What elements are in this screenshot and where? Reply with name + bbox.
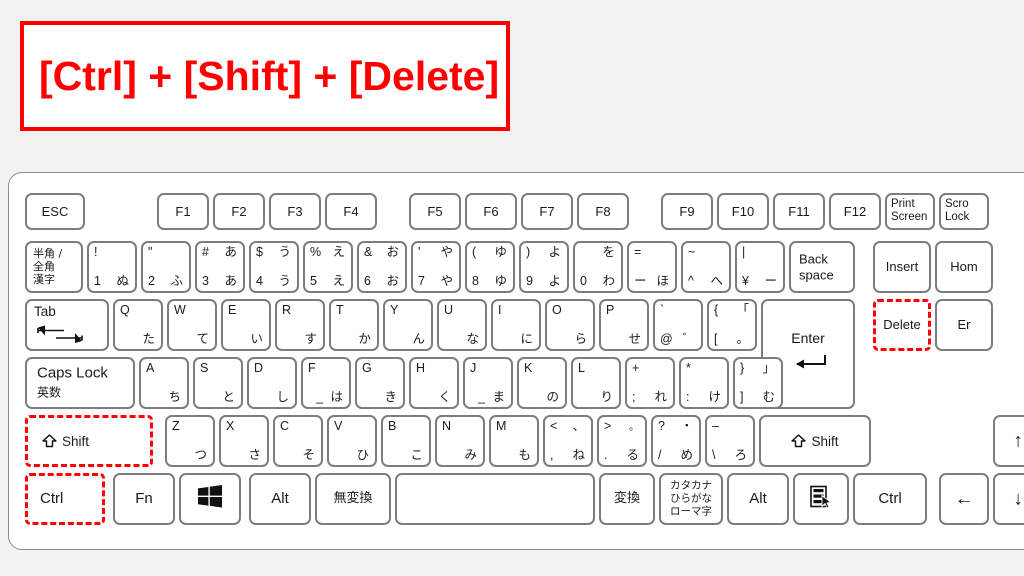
enter-arrow-icon — [785, 353, 831, 369]
key-e[interactable]: E い — [221, 299, 271, 351]
key-henkan[interactable]: 変換 — [599, 473, 655, 525]
key-digit-3[interactable]: # 3 あ あ — [195, 241, 245, 293]
key-k[interactable]: K の — [517, 357, 567, 409]
key-home[interactable]: Hom — [935, 241, 993, 293]
key-alt-left[interactable]: Alt — [249, 473, 311, 525]
shortcut-banner-text: [Ctrl] + [Shift] + [Delete] — [39, 52, 500, 99]
shift-up-arrow-icon — [791, 434, 807, 448]
key-h[interactable]: H く — [409, 357, 459, 409]
key-o[interactable]: O ら — [545, 299, 595, 351]
arrow-left-icon: ← — [954, 488, 974, 510]
key-arrow-down[interactable]: ↓ — [993, 473, 1024, 525]
key-scroll-lock[interactable]: Scro Lock — [939, 193, 989, 230]
key-f10[interactable]: F10 — [717, 193, 769, 230]
key-f[interactable]: F _ は — [301, 357, 351, 409]
key-g[interactable]: G き — [355, 357, 405, 409]
key-kana[interactable]: カタカナ ひらがな ローマ字 — [659, 473, 723, 525]
key-f6[interactable]: F6 — [465, 193, 517, 230]
key-caps-lock[interactable]: Caps Lock 英数 — [25, 357, 135, 409]
key-slash[interactable]: ? / ・ め — [651, 415, 701, 467]
key-digit-6[interactable]: & 6 お お — [357, 241, 407, 293]
shift-up-arrow-icon — [42, 434, 57, 448]
context-menu-icon — [809, 485, 833, 514]
arrow-up-icon: ↑ — [1013, 430, 1023, 452]
key-period[interactable]: > . 。 る — [597, 415, 647, 467]
key-end[interactable]: Er — [935, 299, 993, 351]
key-comma[interactable]: < , 、 ね — [543, 415, 593, 467]
key-insert[interactable]: Insert — [873, 241, 931, 293]
key-esc[interactable]: ESC — [25, 193, 85, 230]
key-a[interactable]: A ち — [139, 357, 189, 409]
key-y[interactable]: Y ん — [383, 299, 433, 351]
key-ctrl-right[interactable]: Ctrl — [853, 473, 927, 525]
key-w[interactable]: W て — [167, 299, 217, 351]
key-tab[interactable]: Tab — [25, 299, 109, 351]
key-f1[interactable]: F1 — [157, 193, 209, 230]
key-f12[interactable]: F12 — [829, 193, 881, 230]
key-l[interactable]: L り — [571, 357, 621, 409]
key-digit-5[interactable]: % 5 え え — [303, 241, 353, 293]
key-u[interactable]: U な — [437, 299, 487, 351]
key-backslash-ro[interactable]: – \ ろ — [705, 415, 755, 467]
key-hankaku-zenkaku[interactable]: 半角 / 全角 漢字 — [25, 241, 83, 293]
key-shift-left[interactable]: Shift — [25, 415, 153, 467]
key-arrow-left[interactable]: ← — [939, 473, 989, 525]
windows-logo-icon — [198, 485, 222, 513]
key-r[interactable]: R す — [275, 299, 325, 351]
key-t[interactable]: T か — [329, 299, 379, 351]
key-arrow-up[interactable]: ↑ — [993, 415, 1024, 467]
key-n[interactable]: N み — [435, 415, 485, 467]
key-x[interactable]: X さ — [219, 415, 269, 467]
key-s[interactable]: S と — [193, 357, 243, 409]
shortcut-banner: [Ctrl] + [Shift] + [Delete] — [20, 21, 510, 131]
key-delete[interactable]: Delete — [873, 299, 931, 351]
key-at[interactable]: ` @ ゛ — [653, 299, 703, 351]
key-windows[interactable] — [179, 473, 241, 525]
key-ctrl-left[interactable]: Ctrl — [25, 473, 105, 525]
key-digit-8[interactable]: ( 8 ゆ ゆ — [465, 241, 515, 293]
key-caret[interactable]: ~ ^ へ — [681, 241, 731, 293]
key-fn[interactable]: Fn — [113, 473, 175, 525]
key-digit-0[interactable]: 0 を わ — [573, 241, 623, 293]
key-print-screen[interactable]: Print Screen — [885, 193, 935, 230]
key-muhenkan[interactable]: 無変換 — [315, 473, 391, 525]
key-space[interactable] — [395, 473, 595, 525]
tab-arrows-icon — [34, 324, 90, 344]
key-backspace[interactable]: Back space — [789, 241, 855, 293]
key-bracket-left[interactable]: { [ 「 。 — [707, 299, 757, 351]
key-q[interactable]: Q た — [113, 299, 163, 351]
key-f11[interactable]: F11 — [773, 193, 825, 230]
key-digit-2[interactable]: " 2 ふ — [141, 241, 191, 293]
key-minus[interactable]: = ー ほ — [627, 241, 677, 293]
key-f8[interactable]: F8 — [577, 193, 629, 230]
key-b[interactable]: B こ — [381, 415, 431, 467]
key-f2[interactable]: F2 — [213, 193, 265, 230]
key-digit-9[interactable]: ) 9 よ よ — [519, 241, 569, 293]
key-shift-right[interactable]: Shift — [759, 415, 871, 467]
key-yen[interactable]: | ¥ ー — [735, 241, 785, 293]
key-colon[interactable]: * : け — [679, 357, 729, 409]
key-i[interactable]: I に — [491, 299, 541, 351]
key-f5[interactable]: F5 — [409, 193, 461, 230]
key-v[interactable]: V ひ — [327, 415, 377, 467]
key-d[interactable]: D し — [247, 357, 297, 409]
key-f7[interactable]: F7 — [521, 193, 573, 230]
key-c[interactable]: C そ — [273, 415, 323, 467]
key-f3[interactable]: F3 — [269, 193, 321, 230]
key-p[interactable]: P せ — [599, 299, 649, 351]
key-menu[interactable] — [793, 473, 849, 525]
key-digit-1[interactable]: ! 1 ぬ — [87, 241, 137, 293]
key-j[interactable]: J _ ま — [463, 357, 513, 409]
key-f9[interactable]: F9 — [661, 193, 713, 230]
key-f4[interactable]: F4 — [325, 193, 377, 230]
key-digit-7[interactable]: ' 7 や や — [411, 241, 461, 293]
key-semicolon[interactable]: + ; れ — [625, 357, 675, 409]
key-alt-right[interactable]: Alt — [727, 473, 789, 525]
arrow-down-icon: ↓ — [1013, 488, 1023, 510]
key-z[interactable]: Z つ — [165, 415, 215, 467]
key-bracket-right[interactable]: } ] 」 む — [733, 357, 783, 409]
key-m[interactable]: M も — [489, 415, 539, 467]
keyboard-illustration: ESC F1 F2 F3 F4 F5 F6 F7 F8 F9 F10 F11 F… — [8, 172, 1024, 550]
key-digit-4[interactable]: $ 4 う う — [249, 241, 299, 293]
